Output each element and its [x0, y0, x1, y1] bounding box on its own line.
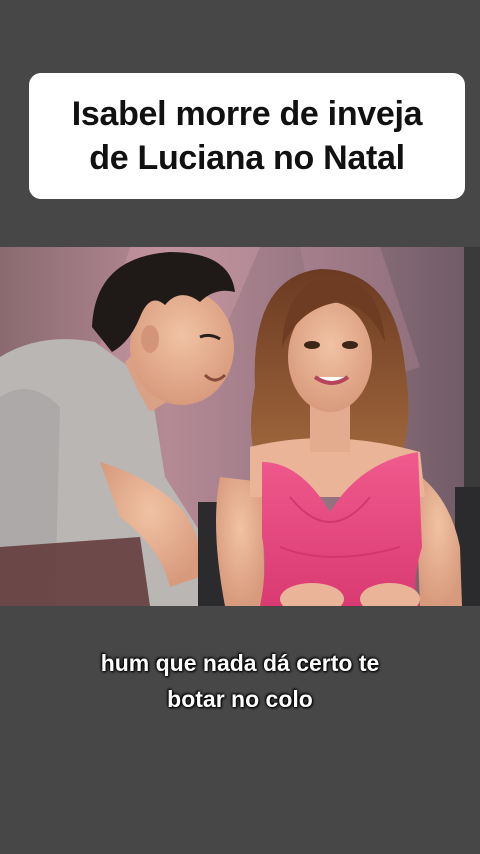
- title-card: Isabel morre de inveja de Luciana no Nat…: [29, 73, 465, 199]
- video-still: [0, 247, 480, 606]
- title-line-2: de Luciana no Natal: [89, 139, 405, 177]
- caption-line-1: hum que nada dá certo te: [100, 650, 380, 676]
- caption-line-2: botar no colo: [167, 686, 313, 712]
- title-line-1: Isabel morre de inveja: [71, 95, 423, 133]
- subtitle-caption: hum que nada dá certo te botar no colo: [0, 645, 480, 717]
- video-frame[interactable]: [0, 247, 480, 606]
